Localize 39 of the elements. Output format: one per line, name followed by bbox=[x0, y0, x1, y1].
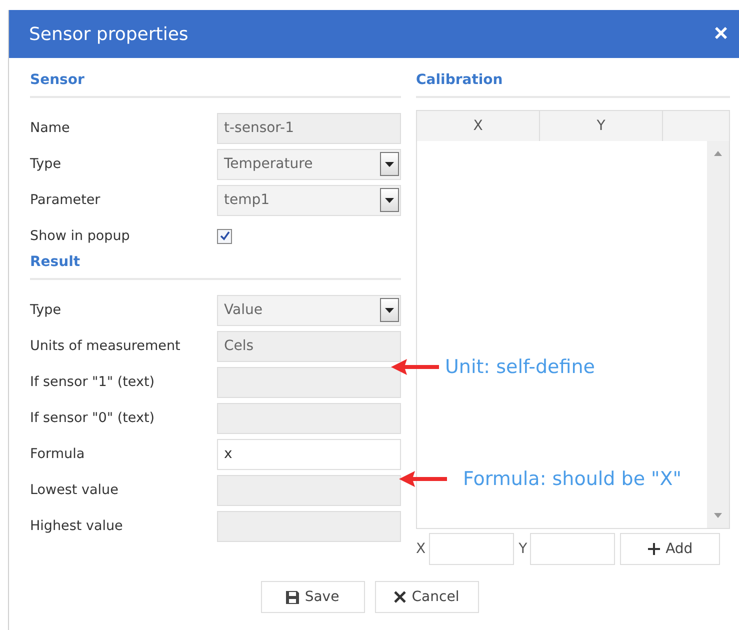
add-button[interactable]: Add bbox=[620, 533, 720, 565]
field-label: Show in popup bbox=[30, 228, 131, 244]
x-input-field[interactable] bbox=[428, 533, 514, 565]
field-label: Parameter bbox=[30, 192, 102, 208]
arrow-icon bbox=[399, 471, 447, 487]
y-label: Y bbox=[518, 541, 528, 557]
caret-icon bbox=[380, 188, 399, 212]
y-input-field[interactable] bbox=[530, 533, 616, 565]
annotation-text: Formula: should be "X" bbox=[463, 468, 682, 490]
cancel-button[interactable]: Cancel bbox=[374, 581, 478, 613]
close-icon bbox=[394, 591, 406, 603]
field-label: Type bbox=[30, 302, 62, 318]
column-header: X bbox=[417, 111, 540, 141]
save-button[interactable]: Save bbox=[260, 581, 364, 613]
field-label: Formula bbox=[30, 446, 86, 462]
field-label: Highest value bbox=[30, 518, 124, 534]
scroll-up-icon[interactable] bbox=[714, 151, 722, 156]
field-label: Units of measurement bbox=[30, 338, 182, 354]
arrow-icon bbox=[391, 359, 439, 375]
field-label: If sensor "1" (text) bbox=[30, 374, 156, 390]
window-title: Sensor properties bbox=[29, 24, 188, 44]
section-heading: Result bbox=[30, 254, 401, 280]
scrollbar[interactable] bbox=[707, 141, 729, 528]
close-button[interactable]: × bbox=[714, 20, 728, 48]
field-label: Name bbox=[30, 120, 71, 136]
field-label: If sensor "0" (text) bbox=[30, 410, 156, 426]
column-header: Y bbox=[540, 111, 663, 141]
x-label: X bbox=[416, 541, 426, 557]
field-label: Type bbox=[30, 156, 62, 172]
plus-icon bbox=[648, 543, 660, 555]
caret-icon bbox=[380, 152, 399, 176]
text-field[interactable]: x bbox=[217, 438, 401, 470]
caret-icon bbox=[380, 298, 399, 322]
section-heading: Calibration bbox=[416, 72, 730, 98]
scroll-down-icon[interactable] bbox=[714, 513, 722, 518]
section-heading: Sensor bbox=[30, 72, 401, 98]
checkbox[interactable] bbox=[217, 228, 232, 244]
annotation-text: Unit: self-define bbox=[445, 356, 595, 378]
field-label: Lowest value bbox=[30, 482, 120, 498]
